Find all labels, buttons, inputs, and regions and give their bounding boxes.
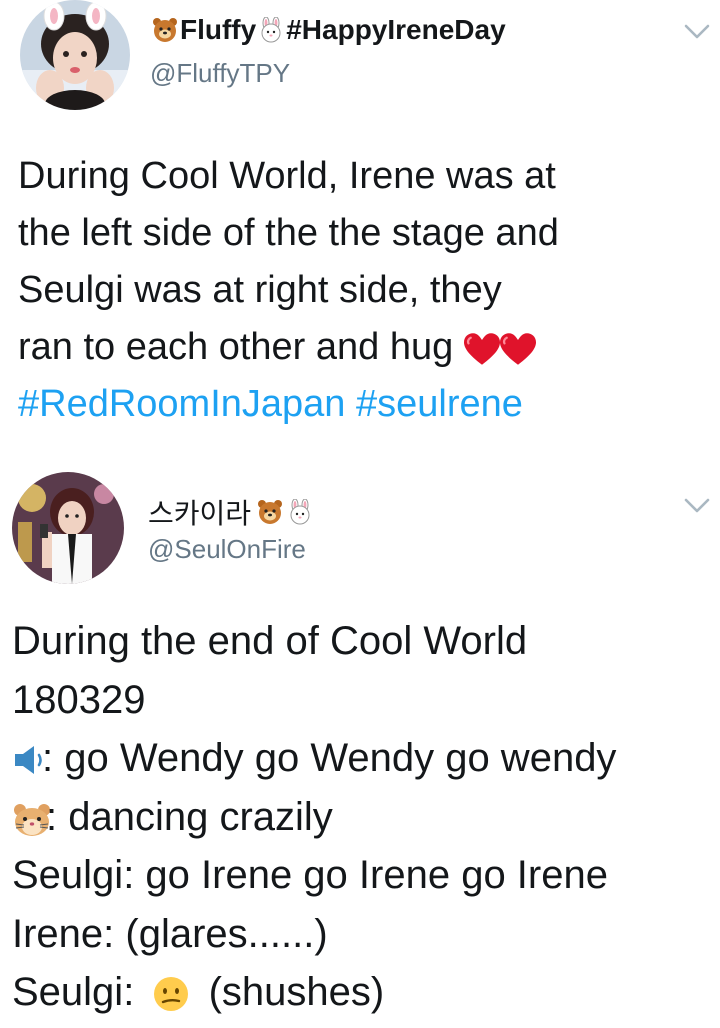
- tweet[interactable]: Fluffy #HappyIreneDay @FluffyTPY During …: [0, 0, 720, 440]
- tweet-text-line: Seulgi was at right side, they: [18, 269, 502, 311]
- tweet-text-line: : dancing crazily: [12, 788, 616, 847]
- tweet-text-line: Seulgi: go Irene go Irene go Irene: [12, 853, 608, 897]
- confused-face-icon: [154, 977, 189, 1012]
- tweet-text: During the end of Cool World 180329 : go…: [12, 612, 616, 1022]
- tweet-text-segment: : go Wendy go Wendy go wendy: [42, 736, 617, 780]
- tweet-text-line: the left side of the the stage and: [18, 212, 559, 254]
- display-name-text: 스카이라: [148, 498, 252, 529]
- tweet-text-line: Irene: (glares......): [12, 911, 328, 956]
- avatar[interactable]: [20, 0, 130, 110]
- user-handle[interactable]: @SeulOnFire: [148, 534, 306, 565]
- tweet-text-line: : go Wendy go Wendy go wendy: [12, 729, 616, 788]
- hashtag-link[interactable]: #RedRoomInJapan: [18, 383, 345, 425]
- tweet-text-segment: ran to each other and hug: [18, 326, 454, 368]
- tweet-text-line: During Cool World, Irene was at: [18, 155, 556, 197]
- display-name-hashtag: #HappyIreneDay: [286, 14, 506, 45]
- tweet-text-line: During the end of Cool World: [12, 619, 528, 663]
- hashtag-link[interactable]: #seulrene: [356, 383, 523, 425]
- tweet-text-segment: Seulgi:: [12, 970, 135, 1014]
- bear-face-icon: [153, 18, 177, 42]
- chevron-down-icon[interactable]: [683, 22, 711, 42]
- avatar[interactable]: [12, 472, 124, 584]
- chevron-down-icon[interactable]: [683, 496, 711, 516]
- tweet-hashtags: #RedRoomInJapan #seulrene: [18, 376, 559, 433]
- tweet-text-segment: : dancing crazily: [46, 794, 333, 839]
- tweet-text-line: ran to each other and hug: [18, 319, 559, 376]
- rabbit-face-icon: [261, 17, 281, 43]
- display-name[interactable]: Fluffy #HappyIreneDay: [150, 14, 506, 46]
- user-handle[interactable]: @FluffyTPY: [150, 58, 290, 89]
- tweet-text-line: Seulgi: (shushes): [12, 963, 616, 1022]
- display-name-text: Fluffy: [180, 14, 257, 45]
- tweet-text-line: 180329: [12, 677, 146, 722]
- tweet-text-segment: (shushes): [208, 970, 385, 1014]
- display-name[interactable]: 스카이라: [148, 492, 315, 532]
- tweet-text: During Cool World, Irene was at the left…: [18, 148, 559, 433]
- heart-icon: [499, 332, 536, 365]
- rabbit-face-icon: [290, 499, 310, 525]
- heart-icon: [463, 332, 500, 365]
- bear-face-icon: [258, 500, 283, 524]
